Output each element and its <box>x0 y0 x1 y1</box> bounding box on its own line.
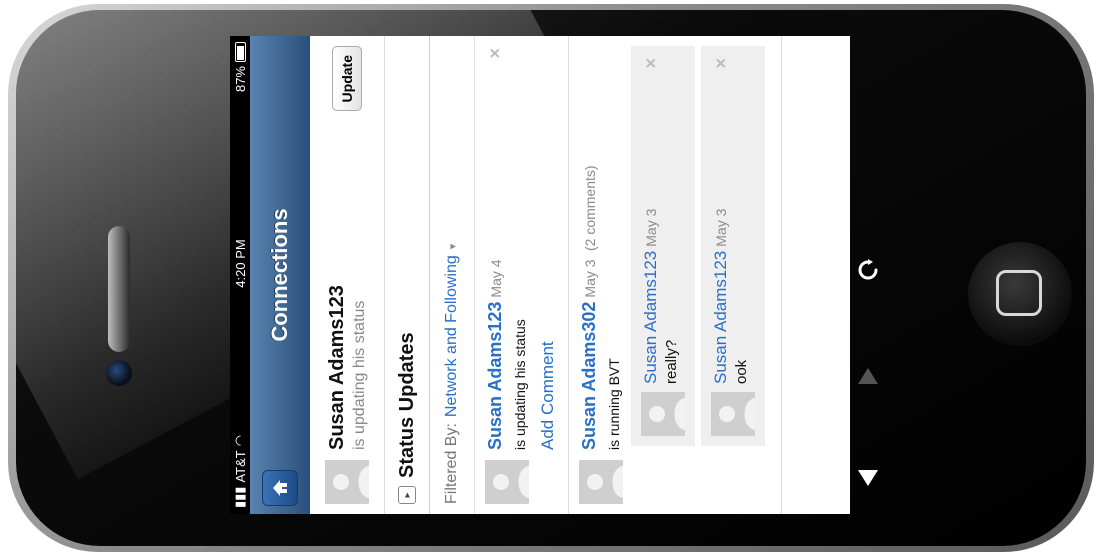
signal-icon: ▮▮▮ <box>232 486 247 508</box>
user-status: is updating his status <box>350 300 368 450</box>
close-icon[interactable]: × <box>485 48 506 59</box>
filter-label: Filtered By: <box>443 423 460 504</box>
wifi-icon: ◠ <box>232 434 247 447</box>
avatar <box>579 460 623 504</box>
comment-count[interactable]: (2 comments) <box>582 165 598 251</box>
home-button[interactable] <box>968 242 1072 346</box>
up-arrow-icon <box>858 368 878 384</box>
status-post: Susan Adams302 May 3 (2 comments) is runn… <box>569 36 782 514</box>
app-screen: ▮▮▮ AT&T ◠ 4:20 PM 87% Connections Susan… <box>230 36 850 514</box>
down-arrow-icon <box>858 470 878 486</box>
avatar <box>325 460 369 504</box>
status-bar: ▮▮▮ AT&T ◠ 4:20 PM 87% <box>230 36 250 514</box>
scroll-up-button[interactable] <box>854 362 882 390</box>
post-author-link[interactable]: Susan Adams123 <box>485 302 505 450</box>
avatar <box>485 460 529 504</box>
comment-author-link[interactable]: Susan Adams123 <box>711 251 730 384</box>
section-title: Status Updates <box>395 332 418 478</box>
time-label: 4:20 PM <box>232 239 248 288</box>
post-text: is updating his status <box>512 319 528 450</box>
current-user-row: Susan Adams123 is updating his status Up… <box>310 36 385 514</box>
home-nav-button[interactable] <box>262 470 298 506</box>
update-button[interactable]: Update <box>332 46 362 112</box>
speaker-grille <box>108 226 130 352</box>
filter-dropdown[interactable]: Network and Following <box>443 255 461 417</box>
comment-text: ook <box>733 359 750 384</box>
comments-list: × Susan Adams123 May 3 really? × Susan Ad… <box>631 46 765 446</box>
close-icon[interactable]: × <box>641 58 662 69</box>
comment-date: May 3 <box>643 208 659 247</box>
post-date: May 4 <box>488 259 504 298</box>
comment-text: really? <box>663 339 680 384</box>
post-text: is running BVT <box>606 358 622 450</box>
app-ui: ▮▮▮ AT&T ◠ 4:20 PM 87% Connections Susan… <box>230 36 850 514</box>
side-controls <box>850 36 886 514</box>
status-post: × Susan Adams123May 4 is updating his st… <box>475 36 569 514</box>
post-date: May 3 <box>582 259 598 298</box>
phone-frame: ▮▮▮ AT&T ◠ 4:20 PM 87% Connections Susan… <box>0 0 1102 558</box>
close-icon[interactable]: × <box>711 58 732 69</box>
comment-item: × Susan Adams123 May 3 <box>631 46 695 446</box>
page-title: Connections <box>267 208 292 342</box>
battery-icon <box>234 42 246 62</box>
person-silhouette-icon <box>325 460 369 504</box>
scroll-down-button[interactable] <box>854 464 882 492</box>
chevron-down-icon[interactable]: ▾ <box>446 244 459 250</box>
front-camera <box>106 360 132 386</box>
refresh-button[interactable] <box>854 256 882 284</box>
carrier-label: AT&T <box>232 450 248 483</box>
comment-author-link[interactable]: Susan Adams123 <box>641 251 660 384</box>
avatar <box>641 392 685 436</box>
person-silhouette-icon <box>579 460 623 504</box>
nav-bar: Connections <box>250 36 310 514</box>
battery-label: 87% <box>232 66 248 93</box>
add-comment-link[interactable]: Add Comment <box>538 46 558 450</box>
house-icon <box>273 480 287 496</box>
user-name: Susan Adams123 <box>325 285 348 450</box>
status-updates-header[interactable]: ▸ Status Updates <box>385 36 430 514</box>
refresh-icon <box>858 259 878 280</box>
person-silhouette-icon <box>711 392 755 436</box>
filter-row: Filtered By: Network and Following ▾ <box>430 36 475 514</box>
expand-toggle-icon[interactable]: ▸ <box>398 486 416 504</box>
avatar <box>711 392 755 436</box>
person-silhouette-icon <box>485 460 529 504</box>
person-silhouette-icon <box>641 392 685 436</box>
comment-item: × Susan Adams123 May 3 <box>701 46 765 446</box>
post-author-link[interactable]: Susan Adams302 <box>579 302 599 450</box>
comment-date: May 3 <box>713 208 729 247</box>
home-square-icon <box>996 270 1042 316</box>
